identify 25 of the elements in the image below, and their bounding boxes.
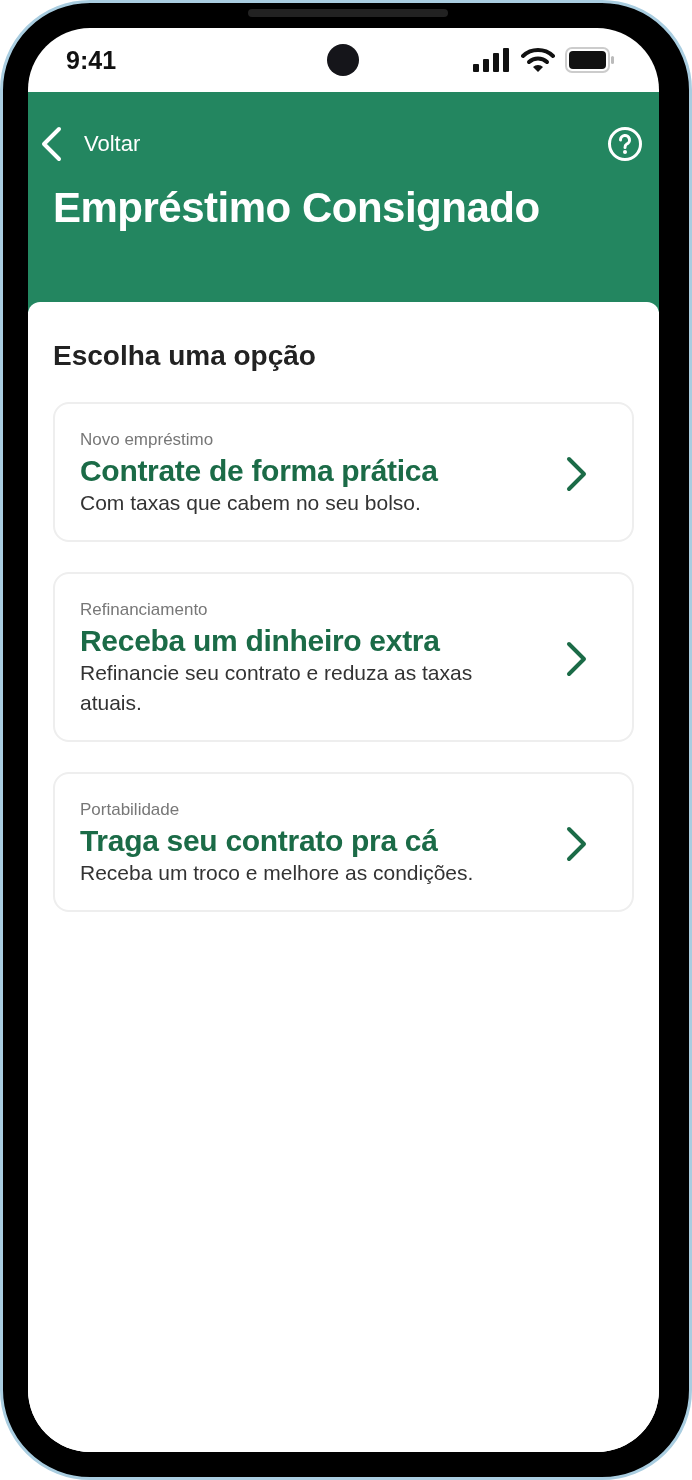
option-title: Traga seu contrato pra cá xyxy=(80,824,439,858)
section-title: Escolha uma opção xyxy=(53,340,317,372)
chevron-right-icon xyxy=(566,456,588,492)
signal-icon xyxy=(473,48,511,72)
page-title: Empréstimo Consignado xyxy=(53,184,541,232)
option-category: Novo empréstimo xyxy=(80,430,215,450)
option-title: Contrate de forma prática xyxy=(80,454,438,488)
option-category: Portabilidade xyxy=(80,800,181,820)
option-description: Receba um troco e melhore as condições. xyxy=(80,860,474,886)
option-description: Com taxas que cabem no seu bolso. xyxy=(80,490,422,516)
option-card[interactable]: Refinanciamento Receba um dinheiro extra Refinancie seu contrato e reduza as taxas atuais. xyxy=(53,572,634,742)
option-category: Refinanciamento xyxy=(80,600,209,620)
front-camera xyxy=(327,44,359,76)
option-card[interactable]: Portabilidade Traga seu contrato pra cá Receba um troco e melhore as condições. xyxy=(53,772,634,912)
option-card[interactable]: Novo empréstimo Contrate de forma prática Com taxas que cabem no seu bolso. xyxy=(53,402,634,542)
chevron-right-icon xyxy=(566,641,588,677)
back-button[interactable]: Voltar xyxy=(40,126,141,162)
back-chevron-icon xyxy=(40,126,62,162)
battery-icon xyxy=(565,47,615,73)
help-icon[interactable] xyxy=(607,126,643,162)
status-time: 9:41 xyxy=(66,45,117,75)
chevron-right-icon xyxy=(566,826,588,862)
option-description: Refinancie seu contrato e reduza as taxas atuais. xyxy=(80,660,474,716)
wifi-icon xyxy=(521,47,555,73)
option-title: Receba um dinheiro extra xyxy=(80,624,441,658)
